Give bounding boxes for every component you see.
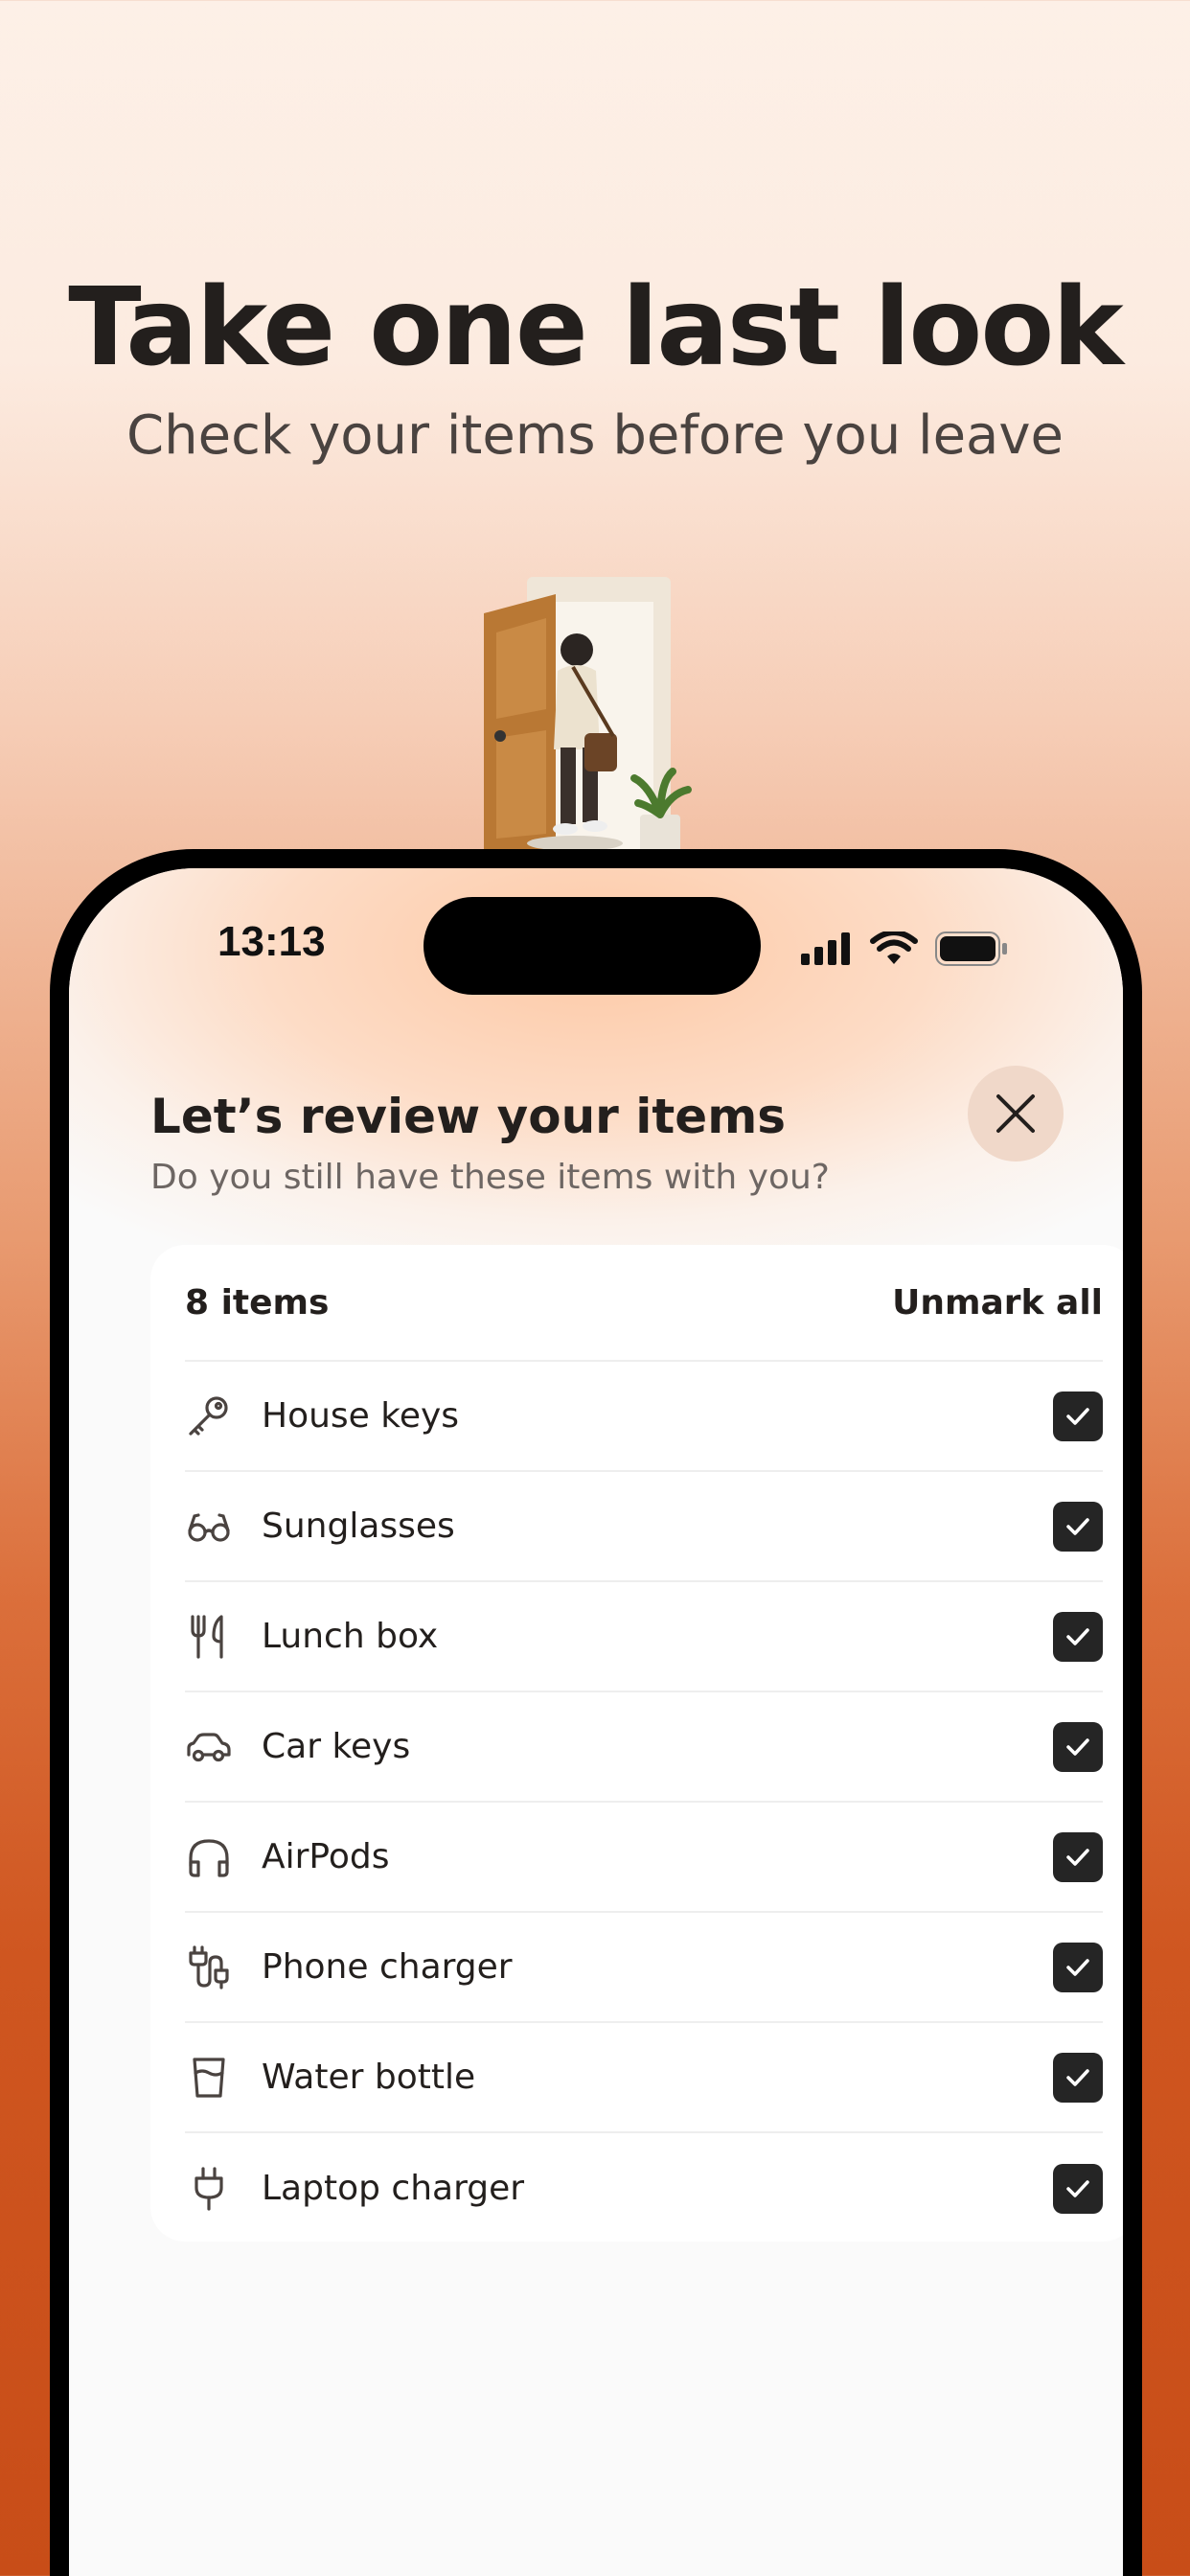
checkbox-checked[interactable] xyxy=(1053,1942,1103,1992)
signal-icon xyxy=(801,932,850,965)
items-list: House keys Sunglasses Lunch box Car keys… xyxy=(185,1362,1103,2243)
status-time: 13:13 xyxy=(217,918,326,965)
item-label: Laptop charger xyxy=(262,2169,525,2208)
battery-icon xyxy=(935,932,1007,966)
checkmark-icon xyxy=(1066,1407,1089,1425)
checkmark-icon xyxy=(1066,1848,1089,1866)
status-icons xyxy=(801,930,1008,968)
cable-icon xyxy=(185,1944,233,1991)
wifi-icon xyxy=(870,932,918,964)
status-bar: 13:13 xyxy=(69,868,1123,995)
item-label: Water bottle xyxy=(262,2058,476,2097)
hero-subtitle: Check your items before you leave xyxy=(126,404,1064,467)
phone-screen: 13:13 Let’s review your items Do you sti… xyxy=(69,868,1123,2576)
list-item-airpods[interactable]: AirPods xyxy=(185,1803,1103,1913)
dynamic-island xyxy=(423,897,761,995)
person-leaving-door-illustration xyxy=(484,577,692,853)
checkmark-icon xyxy=(1066,2179,1089,2197)
list-item-car-keys[interactable]: Car keys xyxy=(185,1692,1103,1803)
item-label: Car keys xyxy=(262,1727,411,1766)
checkbox-checked[interactable] xyxy=(1053,1501,1103,1552)
close-icon xyxy=(996,1094,1035,1133)
checkmark-icon xyxy=(1066,1958,1089,1976)
checkbox-checked[interactable] xyxy=(1053,1611,1103,1662)
checkbox-checked[interactable] xyxy=(1053,2163,1103,2214)
hero-title: Take one last look xyxy=(68,265,1124,390)
phone-frame: 13:13 Let’s review your items Do you sti… xyxy=(50,849,1142,2576)
item-label: AirPods xyxy=(262,1837,390,1876)
list-item-laptop-charger[interactable]: Laptop charger xyxy=(185,2133,1103,2243)
headphones-icon xyxy=(185,1833,233,1881)
checkbox-checked[interactable] xyxy=(1053,2052,1103,2103)
car-icon xyxy=(185,1723,233,1771)
sheet-subtitle: Do you still have these items with you? xyxy=(150,1158,830,1197)
cup-icon xyxy=(185,2054,233,2102)
checkmark-icon xyxy=(1066,1737,1089,1756)
plug-icon xyxy=(185,2165,233,2213)
list-item-sunglasses[interactable]: Sunglasses xyxy=(185,1472,1103,1582)
item-label: House keys xyxy=(262,1396,460,1436)
checkmark-icon xyxy=(1066,1627,1089,1645)
checkmark-icon xyxy=(1066,1517,1089,1535)
checkmark-icon xyxy=(1066,2068,1089,2086)
item-label: Sunglasses xyxy=(262,1506,455,1546)
item-label: Lunch box xyxy=(262,1617,439,1656)
checkbox-checked[interactable] xyxy=(1053,1391,1103,1441)
glasses-icon xyxy=(185,1503,233,1551)
sheet-title: Let’s review your items xyxy=(150,1089,787,1144)
checkbox-checked[interactable] xyxy=(1053,1721,1103,1772)
items-card: 8 items Unmark all House keys Sunglasses… xyxy=(150,1245,1123,2242)
list-item-phone-charger[interactable]: Phone charger xyxy=(185,1913,1103,2023)
close-button[interactable] xyxy=(968,1066,1064,1162)
unmark-all-button[interactable]: Unmark all xyxy=(892,1283,1103,1322)
list-item-lunch-box[interactable]: Lunch box xyxy=(185,1582,1103,1692)
checkbox-checked[interactable] xyxy=(1053,1831,1103,1882)
item-count: 8 items xyxy=(185,1282,330,1322)
key-icon xyxy=(185,1392,233,1440)
utensils-icon xyxy=(185,1613,233,1661)
item-label: Phone charger xyxy=(262,1947,513,1987)
list-item-water-bottle[interactable]: Water bottle xyxy=(185,2023,1103,2133)
list-item-house-keys[interactable]: House keys xyxy=(185,1362,1103,1472)
card-header: 8 items Unmark all xyxy=(185,1245,1103,1362)
